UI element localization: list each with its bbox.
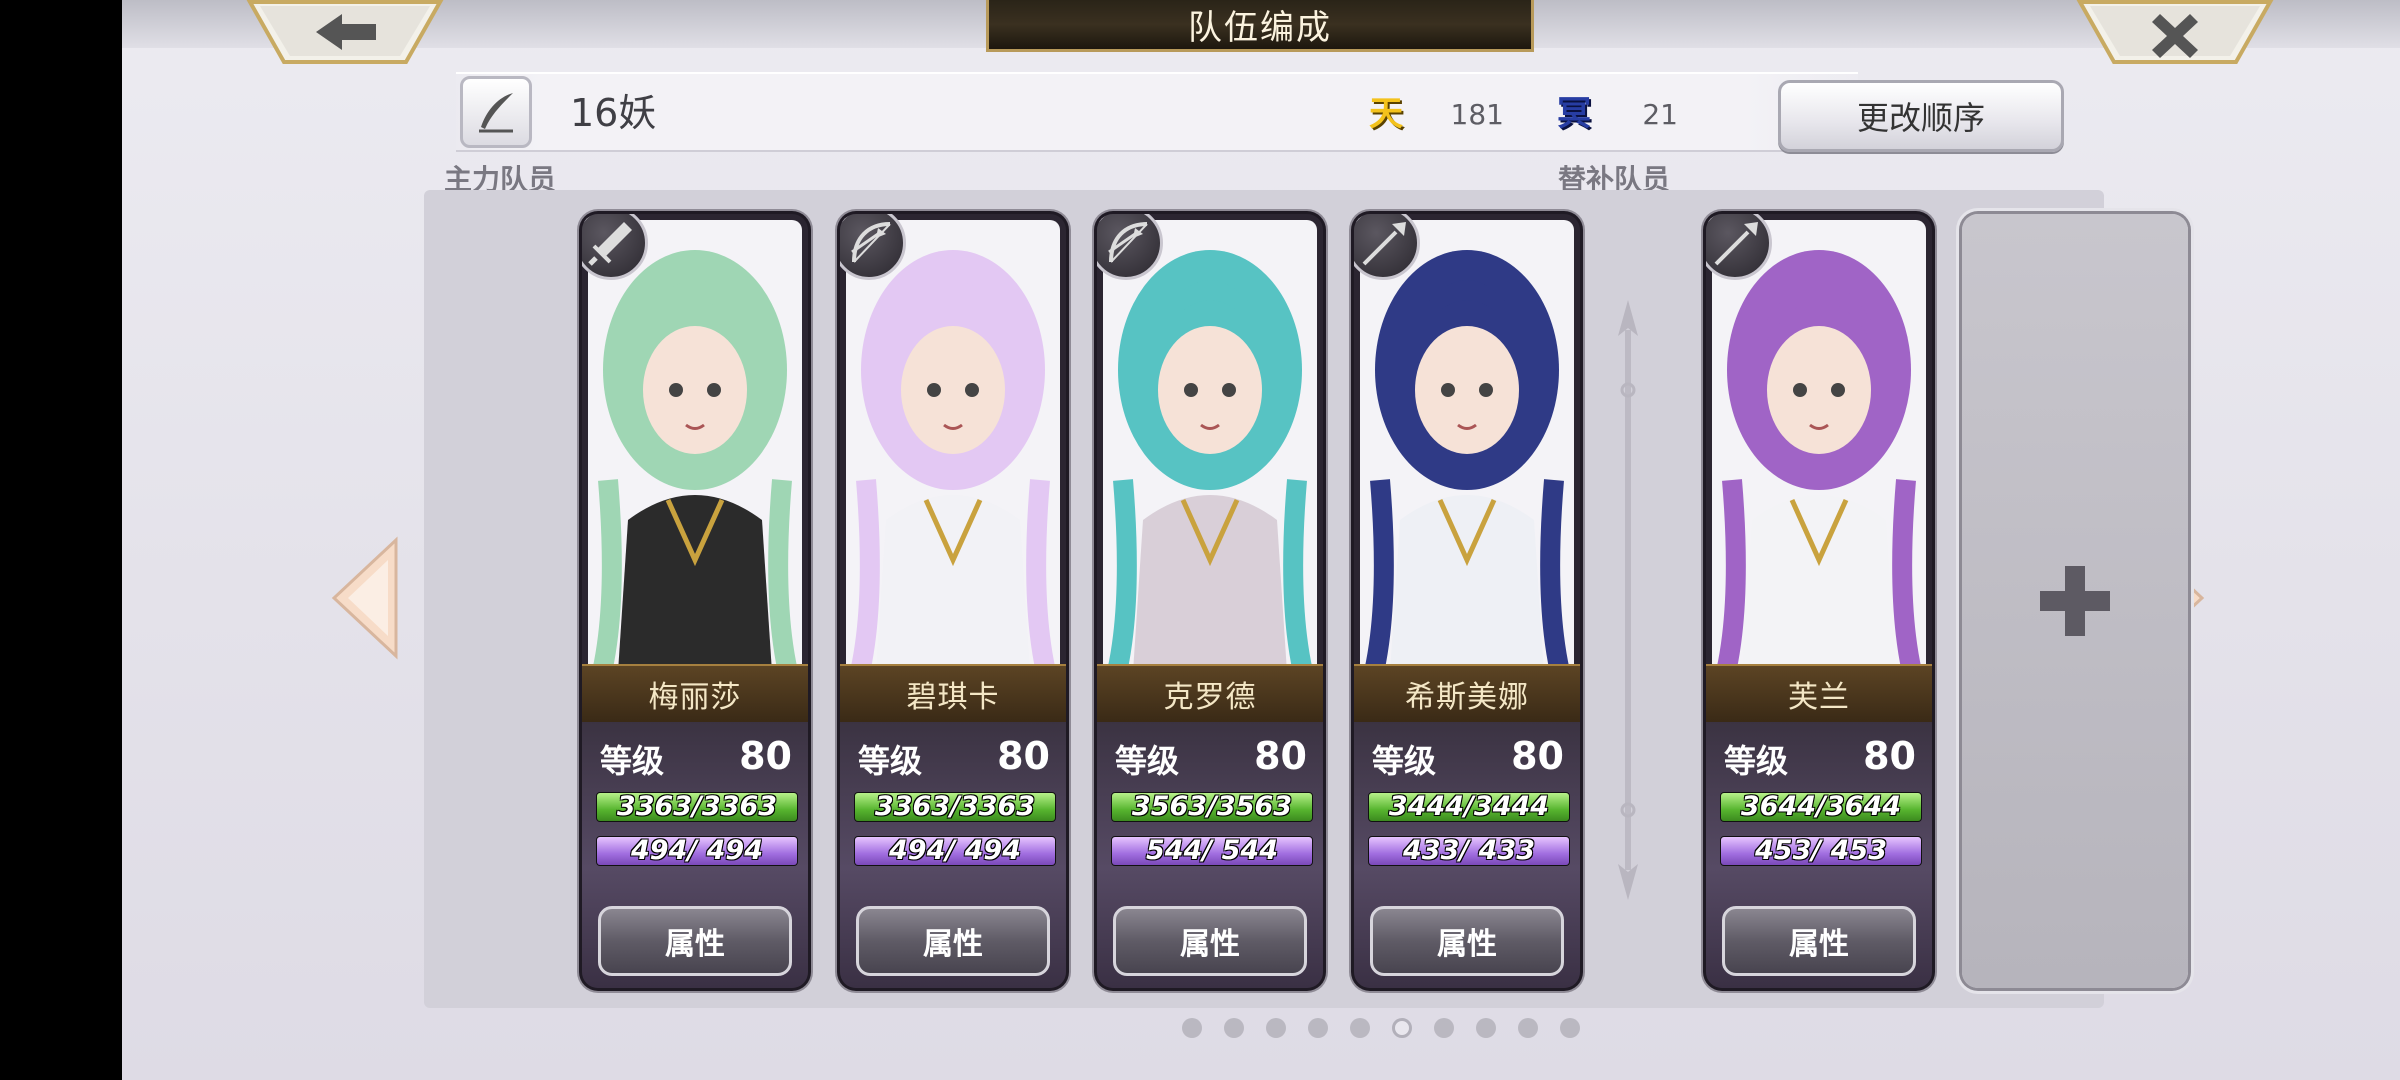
sp-text: 453/ 453 xyxy=(1755,836,1887,866)
plus-icon xyxy=(2040,566,2110,636)
page-title: 队伍编成 xyxy=(1188,8,1332,48)
member-card[interactable]: 碧琪卡 等级 80 3363/3363 494/ 494 属性 xyxy=(840,214,1066,988)
hp-text: 3444/3444 xyxy=(1388,792,1550,822)
sp-text: 494/ 494 xyxy=(631,836,763,866)
level-label: 等级 xyxy=(600,742,665,780)
level-value: 80 xyxy=(1511,734,1564,778)
page-indicator xyxy=(1182,1018,1580,1038)
close-button[interactable] xyxy=(2076,0,2274,64)
attributes-button[interactable]: 属性 xyxy=(598,906,792,976)
edit-name-button[interactable] xyxy=(460,76,532,148)
level-label: 等级 xyxy=(1115,742,1180,780)
character-nameplate: 克罗德 xyxy=(1097,664,1323,724)
prev-page-arrow-icon[interactable] xyxy=(330,536,400,660)
hp-text: 3644/3644 xyxy=(1740,792,1902,822)
tian-icon: 天 xyxy=(1369,93,1403,134)
attributes-button[interactable]: 属性 xyxy=(1113,906,1307,976)
ming-value: 21 xyxy=(1642,98,1678,131)
page-dot[interactable] xyxy=(1266,1018,1286,1038)
ming-icon: 冥 xyxy=(1557,93,1591,134)
team-formation-screen: 队伍编成 16妖 天 181 冥 21 更改顺序 主力队员 替补队员 梅丽莎 等… xyxy=(122,0,2400,1080)
member-card[interactable]: 梅丽莎 等级 80 3363/3363 494/ 494 属性 xyxy=(582,214,808,988)
page-dot[interactable] xyxy=(1518,1018,1538,1038)
level-value: 80 xyxy=(739,734,792,778)
team-name: 16妖 xyxy=(570,91,657,135)
reorder-button[interactable]: 更改顺序 xyxy=(1778,80,2064,152)
bow-icon xyxy=(840,214,906,280)
sp-bar: 494/ 494 xyxy=(854,836,1056,866)
sp-text: 544/ 544 xyxy=(1146,836,1278,866)
character-stats: 等级 80 3563/3563 544/ 544 属性 xyxy=(1097,722,1323,988)
attributes-button[interactable]: 属性 xyxy=(856,906,1050,976)
character-stats: 等级 80 3363/3363 494/ 494 属性 xyxy=(840,722,1066,988)
hp-text: 3563/3563 xyxy=(1131,792,1293,822)
bow-icon xyxy=(1097,214,1163,280)
hp-text: 3363/3363 xyxy=(616,792,778,822)
back-arrow-icon xyxy=(246,0,444,64)
level-label: 等级 xyxy=(858,742,923,780)
level-value: 80 xyxy=(1254,734,1307,778)
level-label: 等级 xyxy=(1372,742,1437,780)
spear-icon xyxy=(1706,214,1772,280)
character-nameplate: 希斯美娜 xyxy=(1354,664,1580,724)
page-dot[interactable] xyxy=(1392,1018,1412,1038)
attributes-button[interactable]: 属性 xyxy=(1370,906,1564,976)
hp-text: 3363/3363 xyxy=(874,792,1036,822)
spear-icon xyxy=(1354,214,1420,280)
title-plate: 队伍编成 xyxy=(986,0,1534,52)
quill-edit-icon xyxy=(479,93,513,133)
character-stats: 等级 80 3644/3644 453/ 453 属性 xyxy=(1706,722,1932,988)
member-card[interactable]: 希斯美娜 等级 80 3444/3444 433/ 433 属性 xyxy=(1354,214,1580,988)
swap-divider-icon xyxy=(1618,300,1638,900)
character-portrait[interactable] xyxy=(846,220,1060,672)
sp-bar: 433/ 433 xyxy=(1368,836,1570,866)
character-name: 克罗德 xyxy=(1163,680,1257,715)
page-dot[interactable] xyxy=(1224,1018,1244,1038)
character-stats: 等级 80 3444/3444 433/ 433 属性 xyxy=(1354,722,1580,988)
page-dot[interactable] xyxy=(1560,1018,1580,1038)
character-portrait[interactable] xyxy=(1360,220,1574,672)
character-name: 芙兰 xyxy=(1788,680,1850,715)
sp-text: 433/ 433 xyxy=(1403,836,1535,866)
character-portrait[interactable] xyxy=(588,220,802,672)
character-stats: 等级 80 3363/3363 494/ 494 属性 xyxy=(582,722,808,988)
member-card[interactable]: 芙兰 等级 80 3644/3644 453/ 453 属性 xyxy=(1706,214,1932,988)
character-nameplate: 碧琪卡 xyxy=(840,664,1066,724)
character-name: 希斯美娜 xyxy=(1405,680,1529,715)
back-button[interactable] xyxy=(246,0,444,64)
sword-icon xyxy=(582,214,648,280)
page-dot[interactable] xyxy=(1350,1018,1370,1038)
character-name: 碧琪卡 xyxy=(906,680,1000,715)
sp-bar: 544/ 544 xyxy=(1111,836,1313,866)
level-value: 80 xyxy=(1863,734,1916,778)
hp-bar: 3563/3563 xyxy=(1111,792,1313,822)
sp-bar: 494/ 494 xyxy=(596,836,798,866)
character-portrait[interactable] xyxy=(1712,220,1926,672)
hp-bar: 3363/3363 xyxy=(854,792,1056,822)
empty-member-slot[interactable] xyxy=(1962,214,2188,988)
hp-bar: 3363/3363 xyxy=(596,792,798,822)
level-label: 等级 xyxy=(1724,742,1789,780)
character-portrait[interactable] xyxy=(1103,220,1317,672)
page-dot[interactable] xyxy=(1476,1018,1496,1038)
hp-bar: 3644/3644 xyxy=(1720,792,1922,822)
page-dot[interactable] xyxy=(1308,1018,1328,1038)
sp-bar: 453/ 453 xyxy=(1720,836,1922,866)
sp-text: 494/ 494 xyxy=(889,836,1021,866)
close-x-icon xyxy=(2076,0,2274,64)
member-card[interactable]: 克罗德 等级 80 3563/3563 544/ 544 属性 xyxy=(1097,214,1323,988)
character-nameplate: 梅丽莎 xyxy=(582,664,808,724)
tian-value: 181 xyxy=(1450,98,1504,131)
character-name: 梅丽莎 xyxy=(648,680,742,715)
level-value: 80 xyxy=(997,734,1050,778)
character-nameplate: 芙兰 xyxy=(1706,664,1932,724)
attributes-button[interactable]: 属性 xyxy=(1722,906,1916,976)
page-dot[interactable] xyxy=(1182,1018,1202,1038)
page-dot[interactable] xyxy=(1434,1018,1454,1038)
hp-bar: 3444/3444 xyxy=(1368,792,1570,822)
